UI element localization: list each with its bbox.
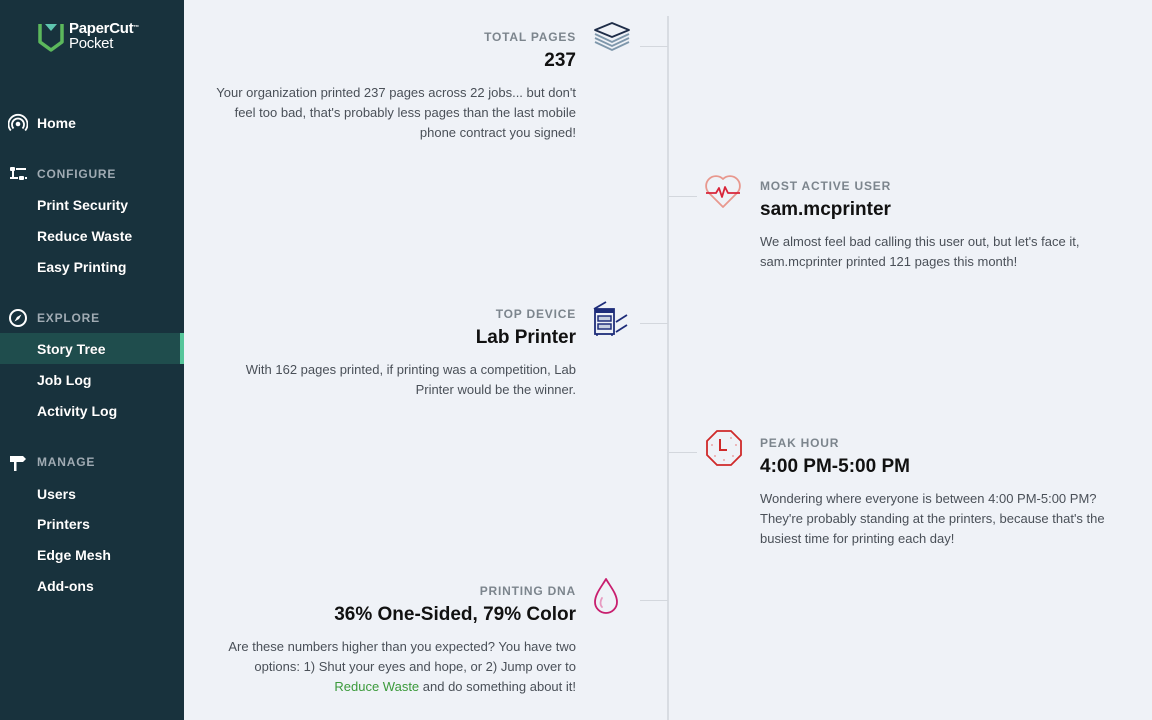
card-title: sam.mcprinter [760,199,891,220]
sidebar-item-activity-log[interactable]: Activity Log [0,395,184,426]
sidebar-item-label: Users [37,485,76,502]
sidebar-item-label: Activity Log [37,402,118,419]
timeline-branch [640,600,668,601]
papercut-pocket-logo[interactable]: PaperCut™ Pocket [38,20,158,56]
sliders-icon [10,167,27,180]
section-configure: CONFIGURE [0,162,184,186]
card-body: We almost feel bad calling this user out… [760,234,1080,269]
story-card-printing-dna: PRINTING DNA 36% One-Sided, 79% Color Ar… [216,584,576,697]
card-body: Are these numbers higher than you expect… [216,637,576,697]
card-body: Your organization printed 237 pages acro… [216,85,576,140]
stack-icon [592,22,632,62]
card-title: 4:00 PM-5:00 PM [760,456,910,477]
story-card-total-pages: TOTAL PAGES 237 Your organization printe… [216,30,576,143]
compass-icon [9,309,27,327]
timeline-branch [640,323,668,324]
section-title: CONFIGURE [37,167,117,181]
timeline-trunk [667,16,669,720]
sidebar-item-label: Edge Mesh [37,546,111,563]
card-title: 36% One-Sided, 79% Color [334,604,576,625]
card-label: TOTAL PAGES [484,30,576,44]
sidebar-item-label: Reduce Waste [37,227,133,244]
sidebar-item-print-security[interactable]: Print Security [0,189,184,220]
card-label: TOP DEVICE [495,307,576,321]
droplet-icon [592,576,632,616]
card-title: 237 [544,50,576,71]
sidebar-item-label: Home [37,114,76,131]
card-label: PRINTING DNA [479,584,576,598]
printer-icon [592,300,632,340]
trademark: ™ [133,25,139,31]
card-body: Wondering where everyone is between 4:00… [760,491,1105,546]
sidebar-item-add-ons[interactable]: Add-ons [0,570,184,601]
card-title: Lab Printer [475,327,576,348]
card-body: With 162 pages printed, if printing was … [245,362,576,397]
section-manage: MANAGE [0,450,184,474]
body-text: Are these numbers higher than you expect… [228,639,576,674]
story-card-most-active-user: MOST ACTIVE USER sam.mcprinter We almost… [760,179,1100,272]
card-label: MOST ACTIVE USER [760,179,892,193]
logo-shield-icon [38,24,64,52]
body-text: and do something about it! [419,679,576,694]
sidebar-item-label: Job Log [37,371,92,388]
timeline-branch [669,452,697,453]
story-card-top-device: TOP DEVICE Lab Printer With 162 pages pr… [216,307,576,400]
sidebar-item-home[interactable]: Home [0,107,184,138]
sidebar-item-label: Print Security [37,196,129,213]
broadcast-icon [8,113,28,132]
card-label: PEAK HOUR [760,436,840,450]
brand-subname: Pocket [69,35,114,52]
sidebar-item-story-tree[interactable]: Story Tree [0,333,184,364]
sidebar-item-label: Story Tree [37,340,106,357]
heartbeat-icon [704,172,744,212]
sidebar-item-job-log[interactable]: Job Log [0,364,184,395]
sidebar-item-label: Printers [37,515,90,532]
section-title: MANAGE [37,455,96,469]
reduce-waste-link[interactable]: Reduce Waste [334,679,419,694]
timeline-branch [669,196,697,197]
clock-icon [704,428,744,468]
sidebar-item-reduce-waste[interactable]: Reduce Waste [0,220,184,251]
sidebar-item-label: Easy Printing [37,258,127,275]
section-title: EXPLORE [37,311,100,325]
story-card-peak-hour: PEAK HOUR 4:00 PM-5:00 PM Wondering wher… [760,436,1110,549]
sidebar: PaperCut™ Pocket Home CONFIGURE Print Se… [0,0,184,720]
sidebar-item-easy-printing[interactable]: Easy Printing [0,251,184,282]
section-explore: EXPLORE [0,306,184,330]
sidebar-item-edge-mesh[interactable]: Edge Mesh [0,539,184,570]
sidebar-item-printers[interactable]: Printers [0,508,184,539]
sidebar-item-label: Add-ons [37,577,94,594]
sidebar-item-users[interactable]: Users [0,478,184,509]
signpost-icon [10,456,26,471]
timeline-branch [640,46,668,47]
